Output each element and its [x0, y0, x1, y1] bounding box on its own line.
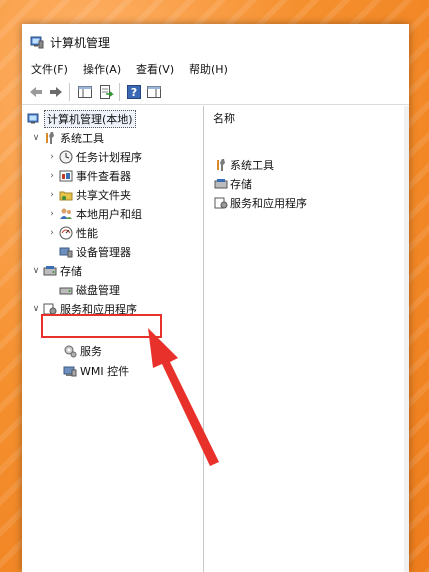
annotation-arrow — [148, 328, 219, 466]
annotation-arrow-shape — [148, 328, 219, 466]
